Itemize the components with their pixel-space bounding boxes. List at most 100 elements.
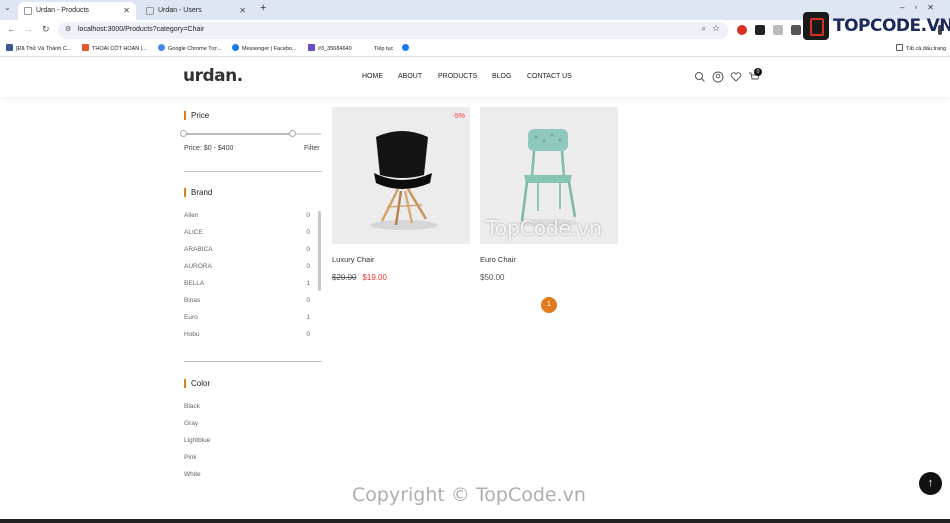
search-icon[interactable] — [694, 71, 706, 83]
url-text: localhost:3000/Products?category=Chair — [78, 26, 205, 33]
brand-name: Euro — [184, 314, 198, 321]
divider — [184, 361, 322, 362]
brand-name: ALICE — [184, 229, 203, 236]
brand-count: 0 — [306, 246, 310, 253]
nav-contact[interactable]: CONTACT US — [527, 73, 572, 80]
brand-item[interactable]: Binas 0 — [184, 297, 310, 304]
brand-item[interactable]: Allen 0 — [184, 212, 310, 219]
forward-icon[interactable]: → — [24, 24, 33, 34]
product-name[interactable]: Luxury Chair — [332, 255, 375, 264]
nav-products[interactable]: PRODUCTS — [438, 73, 477, 80]
color-item[interactable]: Gray — [184, 420, 198, 427]
tab-products[interactable]: Urdan - Products ✕ — [18, 2, 136, 20]
bookmark-icon — [308, 44, 315, 51]
tab-label: Urdan - Products — [36, 7, 89, 14]
brand-list-scrollbar[interactable] — [318, 211, 321, 291]
bookmark-label: Tất cả dấu trang — [906, 46, 947, 52]
product-price: $20.00 $19.00 — [332, 273, 387, 282]
bookmark-item[interactable]: THOÁI CỐT HOAN |... — [82, 44, 147, 52]
bookmark-item[interactable]: Tiếp tục — [364, 44, 393, 52]
filter-button[interactable]: Filter — [304, 145, 320, 152]
site-info-icon[interactable]: ⚙ — [65, 25, 71, 33]
brand-item[interactable]: BELLA 1 — [184, 280, 310, 287]
new-tab-icon[interactable]: + — [260, 2, 266, 14]
bookmarks-bar: [Đã Thử Và Thành C... THOÁI CỐT HOAN |..… — [0, 41, 950, 57]
watermark-text: TopCode.vn — [486, 216, 602, 240]
black-chair-image — [370, 131, 438, 230]
bookmark-item[interactable]: #3_35684640 — [308, 44, 352, 52]
site-header: urdan. HOME ABOUT PRODUCTS BLOG CONTACT … — [0, 57, 950, 97]
close-icon[interactable]: ✕ — [123, 2, 130, 20]
bookmark-label: THOÁI CỐT HOAN |... — [92, 46, 147, 52]
google-icon — [158, 44, 165, 51]
price-slider-max-handle[interactable] — [289, 130, 296, 137]
extension-icon[interactable] — [737, 25, 747, 35]
color-item[interactable]: Pink — [184, 454, 197, 461]
brand-name: ARABICA — [184, 246, 213, 253]
bookmark-label: Google Chrome Trợ... — [168, 46, 222, 52]
old-price: $20.00 — [332, 273, 357, 282]
brand-count: 0 — [306, 212, 310, 219]
extension-icon[interactable] — [791, 25, 801, 35]
pagination-page-1[interactable]: 1 — [541, 297, 557, 313]
product-image-luxury-chair[interactable]: -5% — [332, 107, 470, 244]
facebook-icon — [402, 44, 409, 51]
bookmark-star-icon[interactable]: ☆ — [712, 23, 720, 34]
color-item[interactable]: Black — [184, 403, 200, 410]
bookmark-icon — [6, 44, 13, 51]
brand-heading: Brand — [184, 188, 212, 197]
brand-item[interactable]: ARABICA 0 — [184, 246, 310, 253]
back-to-top-button[interactable]: ↑ — [919, 472, 942, 495]
brand-name: Binas — [184, 297, 201, 304]
bookmarks-folder[interactable]: Tất cả dấu trang — [896, 44, 946, 52]
page-icon — [146, 7, 154, 15]
taskbar — [0, 519, 950, 523]
tab-search-icon[interactable]: ⌄ — [4, 3, 11, 12]
nav-about[interactable]: ABOUT — [398, 73, 422, 80]
price-slider-fill — [183, 133, 292, 135]
color-item[interactable]: Lightblue — [184, 437, 210, 444]
heart-icon[interactable] — [730, 71, 742, 83]
bookmark-label: [Đã Thử Và Thành C... — [16, 46, 72, 52]
brand-item[interactable]: ALICE 0 — [184, 229, 310, 236]
extension-icon[interactable] — [755, 25, 765, 35]
bookmark-label: Messenger | Facebo... — [242, 46, 297, 52]
address-bar[interactable]: ⚙ localhost:3000/Products?category=Chair… — [58, 22, 728, 39]
site-logo[interactable]: urdan. — [183, 66, 243, 86]
product-name[interactable]: Euro Chair — [480, 255, 516, 264]
reload-icon[interactable]: ↻ — [42, 24, 50, 35]
topcode-badge-icon — [803, 12, 829, 40]
brand-item[interactable]: Hobu 0 — [184, 331, 310, 338]
color-item[interactable]: White — [184, 471, 201, 478]
bookmark-item[interactable]: [Đã Thử Và Thành C... — [6, 44, 71, 52]
bookmark-item[interactable] — [402, 44, 412, 52]
bookmark-label: #3_35684640 — [318, 46, 352, 52]
tab-users[interactable]: Urdan - Users ✕ — [140, 2, 252, 20]
brand-count: 0 — [306, 263, 310, 270]
bookmark-item[interactable]: Google Chrome Trợ... — [158, 44, 221, 52]
back-icon[interactable]: ← — [7, 24, 16, 34]
user-icon[interactable] — [712, 71, 724, 83]
close-icon[interactable]: ✕ — [239, 2, 246, 20]
brand-item[interactable]: AURORA 0 — [184, 263, 310, 270]
tab-label: Urdan - Users — [158, 7, 202, 14]
bookmark-label: Tiếp tục — [374, 46, 394, 52]
brand-count: 0 — [306, 297, 310, 304]
brand-count: 1 — [306, 280, 310, 287]
price-slider-min-handle[interactable] — [180, 130, 187, 137]
brand-item[interactable]: Euro 1 — [184, 314, 310, 321]
extension-icon[interactable] — [773, 25, 783, 35]
facebook-icon — [232, 44, 239, 51]
sale-price: $19.00 — [362, 273, 387, 282]
brand-name: BELLA — [184, 280, 205, 287]
bookmark-icon — [82, 44, 89, 51]
window-controls[interactable]: –▫✕ — [900, 3, 944, 12]
cart-count-badge: 0 — [754, 68, 762, 76]
nav-home[interactable]: HOME — [362, 73, 383, 80]
nav-blog[interactable]: BLOG — [492, 73, 511, 80]
bookmark-item[interactable]: Messenger | Facebo... — [232, 44, 297, 52]
discount-badge: -5% — [452, 113, 465, 120]
color-heading: Color — [184, 379, 210, 388]
zoom-icon[interactable]: ⌕ — [702, 24, 706, 34]
folder-icon — [896, 44, 903, 51]
